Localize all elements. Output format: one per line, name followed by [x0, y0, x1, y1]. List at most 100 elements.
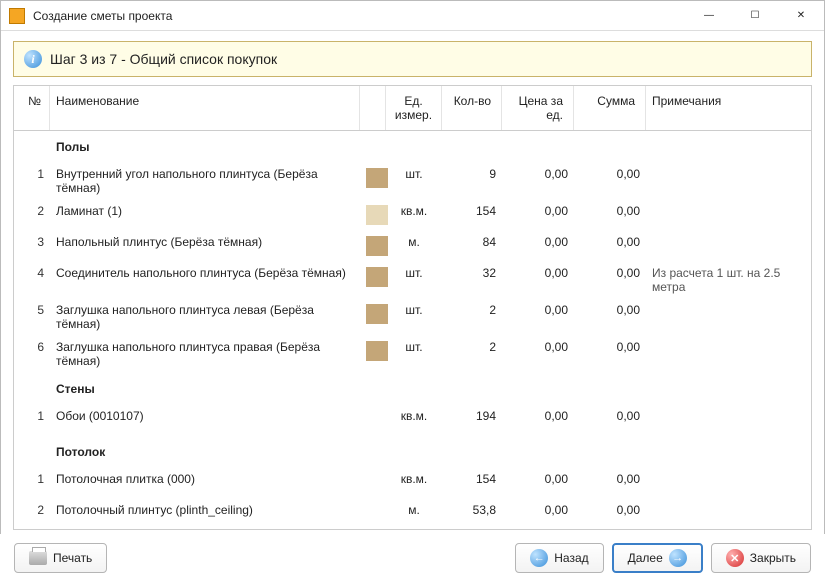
close-icon: ✕	[726, 549, 744, 567]
table-row[interactable]: 4Соединитель напольного плинтуса (Берёза…	[14, 262, 811, 299]
group-title: Полы	[50, 136, 360, 158]
arrow-right-icon: →	[669, 549, 687, 567]
cell-swatch	[360, 200, 386, 230]
cell-name: Внутренний угол напольного плинтуса (Бер…	[50, 163, 360, 199]
group-header[interactable]: Стены	[14, 373, 811, 405]
cell-unit: шт.	[386, 336, 442, 358]
cell-price: 0,00	[502, 336, 574, 358]
material-swatch	[366, 205, 388, 225]
minimize-button[interactable]: —	[686, 1, 732, 31]
cell-swatch	[360, 468, 386, 498]
col-header-name[interactable]: Наименование	[50, 86, 360, 130]
cell-qty: 32	[442, 262, 502, 284]
cell-note	[646, 336, 811, 344]
material-swatch	[366, 473, 388, 493]
cell-num: 4	[14, 262, 50, 284]
table-row[interactable]: 6Заглушка напольного плинтуса правая (Бе…	[14, 336, 811, 373]
purchases-table: № Наименование Ед. измер. Кол-во Цена за…	[13, 85, 812, 530]
group-title: Потолок	[50, 441, 360, 463]
cell-sum: 0,00	[574, 499, 646, 521]
material-swatch	[366, 168, 388, 188]
next-button[interactable]: Далее →	[612, 543, 703, 573]
material-swatch	[366, 410, 388, 430]
cell-name: Потолочная плитка (000)	[50, 468, 360, 490]
cell-name: Обои (0010107)	[50, 405, 360, 427]
back-button[interactable]: ← Назад	[515, 543, 603, 573]
cell-qty: 194	[442, 405, 502, 427]
cell-note	[646, 405, 811, 413]
cell-name: Заглушка напольного плинтуса правая (Бер…	[50, 336, 360, 372]
print-label: Печать	[53, 551, 92, 565]
table-row[interactable]: 1Обои (0010107)кв.м.1940,000,00	[14, 405, 811, 436]
material-swatch	[366, 236, 388, 256]
maximize-button[interactable]: ☐	[732, 1, 778, 31]
cell-qty: 84	[442, 231, 502, 253]
cell-unit: кв.м.	[386, 468, 442, 490]
cell-unit: шт.	[386, 262, 442, 284]
group-header[interactable]: Потолок	[14, 436, 811, 468]
group-header[interactable]: Полы	[14, 131, 811, 163]
cell-note	[646, 200, 811, 208]
cell-swatch	[360, 231, 386, 261]
cell-num: 6	[14, 336, 50, 358]
cell-price: 0,00	[502, 468, 574, 490]
table-row[interactable]: 1Потолочная плитка (000)кв.м.1540,000,00	[14, 468, 811, 499]
close-button[interactable]: ✕ Закрыть	[711, 543, 811, 573]
footer: Печать ← Назад Далее → ✕ Закрыть	[0, 534, 825, 582]
back-label: Назад	[554, 551, 588, 565]
cell-price: 0,00	[502, 262, 574, 284]
cell-unit: м.	[386, 231, 442, 253]
cell-sum: 0,00	[574, 262, 646, 284]
cell-name: Напольный плинтус (Берёза тёмная)	[50, 231, 360, 253]
cell-num: 3	[14, 231, 50, 253]
cell-note	[646, 499, 811, 507]
cell-name: Потолочный плинтус (plinth_ceiling)	[50, 499, 360, 521]
cell-num: 1	[14, 405, 50, 427]
material-swatch	[366, 304, 388, 324]
table-row[interactable]: 3Напольный плинтус (Берёза тёмная)м.840,…	[14, 231, 811, 262]
col-header-num[interactable]: №	[14, 86, 50, 130]
cell-sum: 0,00	[574, 299, 646, 321]
table-row[interactable]: 5Заглушка напольного плинтуса левая (Бер…	[14, 299, 811, 336]
cell-sum: 0,00	[574, 200, 646, 222]
group-title: Стены	[50, 378, 360, 400]
cell-name: Соединитель напольного плинтуса (Берёза …	[50, 262, 360, 284]
window-title: Создание сметы проекта	[33, 9, 172, 23]
cell-num: 2	[14, 499, 50, 521]
app-icon	[9, 8, 25, 24]
cell-qty: 53,8	[442, 499, 502, 521]
print-button[interactable]: Печать	[14, 543, 107, 573]
close-window-button[interactable]: ✕	[778, 1, 824, 31]
table-row[interactable]: 2Потолочный плинтус (plinth_ceiling)м.53…	[14, 499, 811, 529]
arrow-left-icon: ←	[530, 549, 548, 567]
close-label: Закрыть	[750, 551, 796, 565]
cell-note	[646, 163, 811, 171]
cell-swatch	[360, 299, 386, 329]
cell-name: Ламинат (1)	[50, 200, 360, 222]
material-swatch	[366, 341, 388, 361]
titlebar: Создание сметы проекта — ☐ ✕	[1, 1, 824, 31]
cell-price: 0,00	[502, 405, 574, 427]
cell-sum: 0,00	[574, 405, 646, 427]
cell-num: 1	[14, 468, 50, 490]
cell-swatch	[360, 499, 386, 529]
cell-qty: 154	[442, 468, 502, 490]
col-header-sum[interactable]: Сумма	[574, 86, 646, 130]
cell-price: 0,00	[502, 299, 574, 321]
material-swatch	[366, 504, 388, 524]
cell-price: 0,00	[502, 200, 574, 222]
col-header-unit[interactable]: Ед. измер.	[386, 86, 442, 130]
cell-num: 1	[14, 163, 50, 185]
material-swatch	[366, 267, 388, 287]
table-row[interactable]: 1Внутренний угол напольного плинтуса (Бе…	[14, 163, 811, 200]
cell-unit: кв.м.	[386, 200, 442, 222]
col-header-note[interactable]: Примечания	[646, 86, 811, 130]
table-row[interactable]: 2Ламинат (1)кв.м.1540,000,00	[14, 200, 811, 231]
step-label: Шаг 3 из 7 - Общий список покупок	[50, 51, 277, 67]
col-header-swatch	[360, 86, 386, 130]
cell-swatch	[360, 163, 386, 193]
table-body[interactable]: Полы1Внутренний угол напольного плинтуса…	[14, 131, 811, 529]
cell-sum: 0,00	[574, 336, 646, 358]
col-header-price[interactable]: Цена за ед.	[502, 86, 574, 130]
col-header-qty[interactable]: Кол-во	[442, 86, 502, 130]
